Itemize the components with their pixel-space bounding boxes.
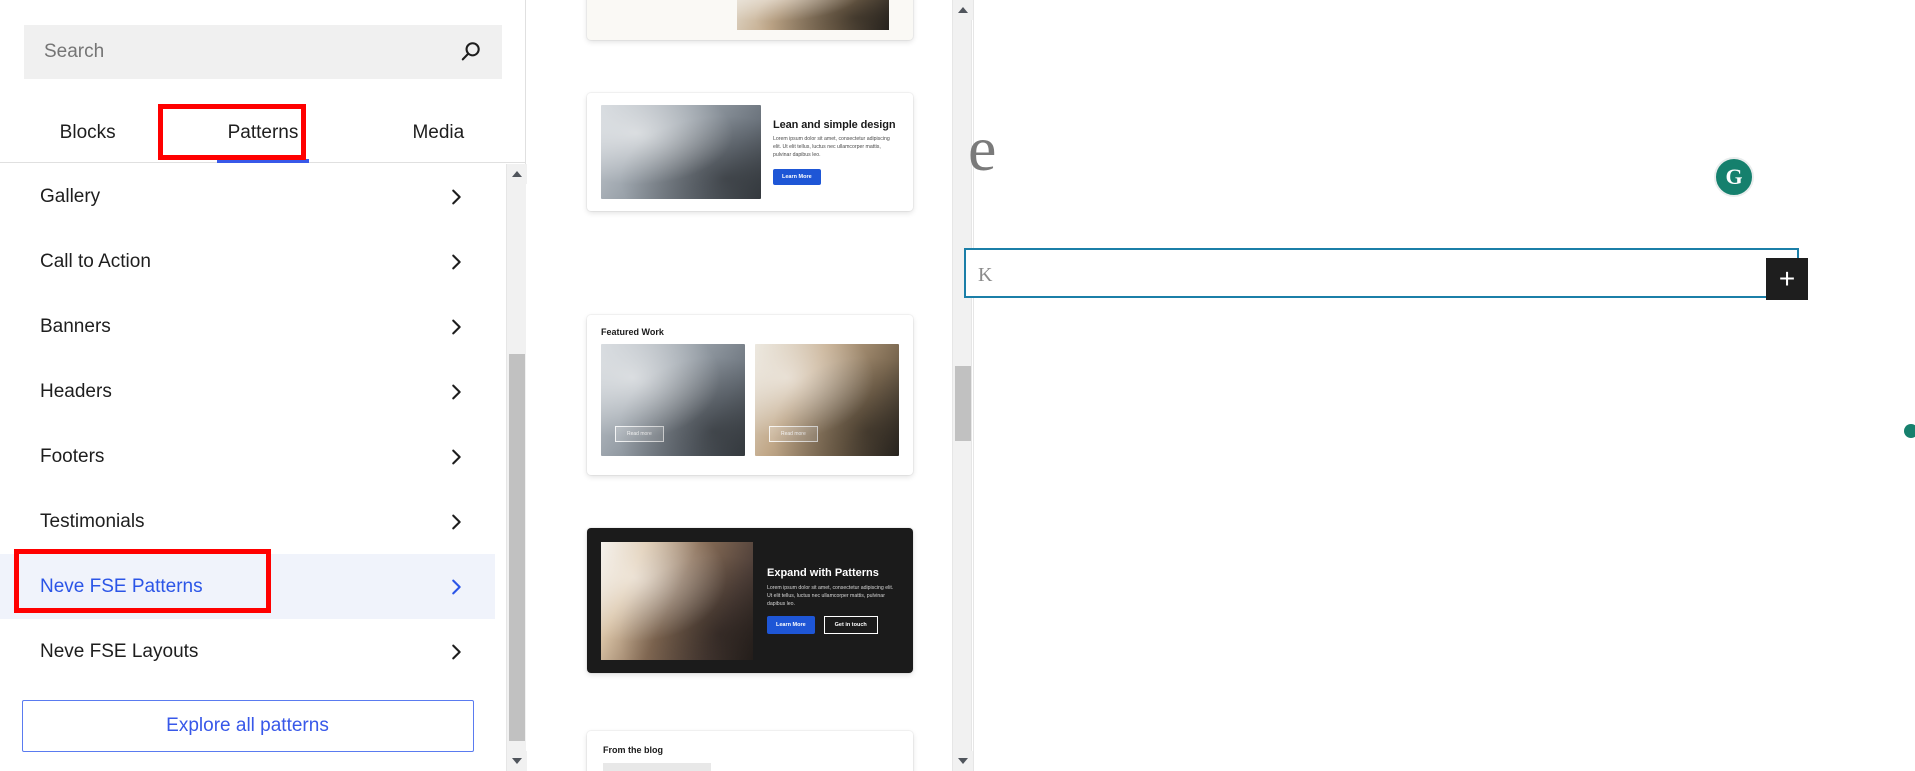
- explore-all-patterns-wrapper: Explore all patterns: [0, 700, 495, 752]
- search-field-wrapper[interactable]: [24, 25, 502, 79]
- category-label: Call to Action: [40, 250, 151, 272]
- app-root: Blocks Patterns Media Gallery Call to Ac…: [0, 0, 1915, 771]
- category-item-gallery[interactable]: Gallery: [0, 164, 495, 229]
- status-dot: [1904, 424, 1915, 438]
- pattern-get-in-touch-button[interactable]: Get in touch: [823, 616, 878, 635]
- editor-canvas[interactable]: e G K +: [964, 0, 1915, 771]
- pattern-read-more-button-left[interactable]: Read more: [615, 426, 664, 442]
- category-label: Testimonials: [40, 510, 145, 532]
- inserter-scrollbar[interactable]: [506, 164, 527, 771]
- category-item-footers[interactable]: Footers: [0, 424, 495, 489]
- chevron-right-icon: [445, 186, 467, 208]
- block-text-fragment: K: [978, 264, 993, 286]
- pattern-image-placeholder: Read more: [755, 344, 899, 456]
- chevron-right-icon: [445, 316, 467, 338]
- pattern-preview-card-featured-work[interactable]: Featured Work Read more Read more: [587, 315, 913, 475]
- category-label: Gallery: [40, 185, 101, 207]
- scroll-down-arrow-icon[interactable]: [953, 751, 973, 771]
- chevron-right-icon: [445, 641, 467, 663]
- category-label: Neve FSE Layouts: [40, 640, 199, 662]
- tab-media[interactable]: Media: [351, 103, 526, 162]
- pattern-preview-card-partial-top[interactable]: [587, 0, 913, 40]
- inserter-tabs: Blocks Patterns Media: [0, 103, 526, 163]
- chevron-right-icon: [445, 576, 467, 598]
- pattern-learn-more-button[interactable]: Learn More: [767, 616, 815, 635]
- scroll-down-arrow-icon[interactable]: [507, 751, 527, 771]
- tab-patterns[interactable]: Patterns: [175, 103, 350, 162]
- pattern-read-more-button-right[interactable]: Read more: [769, 426, 818, 442]
- pattern-body-text: Lorem ipsum dolor sit amet, consectetur …: [773, 135, 890, 159]
- pattern-heading: From the blog: [603, 745, 663, 755]
- search-input[interactable]: [42, 40, 458, 64]
- category-item-neve-fse-patterns[interactable]: Neve FSE Patterns: [0, 554, 495, 619]
- add-block-button[interactable]: +: [1766, 258, 1808, 300]
- category-item-call-to-action[interactable]: Call to Action: [0, 229, 495, 294]
- pattern-heading: Featured Work: [601, 327, 664, 337]
- pattern-image-placeholder: Read more: [601, 344, 745, 456]
- pattern-image-placeholder: [737, 0, 889, 30]
- pattern-preview-card-expand-with-patterns[interactable]: Expand with Patterns Lorem ipsum dolor s…: [587, 528, 913, 673]
- pattern-heading: Expand with Patterns: [767, 566, 879, 579]
- pattern-text-placeholder: [603, 763, 711, 771]
- category-item-neve-fse-layouts[interactable]: Neve FSE Layouts: [0, 619, 495, 684]
- category-item-banners[interactable]: Banners: [0, 294, 495, 359]
- pattern-learn-more-button[interactable]: Learn More: [773, 169, 821, 186]
- pattern-image-placeholder: [601, 105, 761, 199]
- explore-all-patterns-button[interactable]: Explore all patterns: [21, 700, 474, 752]
- grammarly-icon[interactable]: G: [1714, 157, 1754, 197]
- post-title-text[interactable]: e: [968, 112, 995, 186]
- chevron-right-icon: [445, 251, 467, 273]
- category-label: Banners: [40, 315, 111, 337]
- pattern-category-list: Gallery Call to Action Banners Headers F…: [0, 164, 495, 694]
- tab-blocks[interactable]: Blocks: [0, 103, 175, 162]
- block-inserter-panel: Blocks Patterns Media Gallery Call to Ac…: [0, 0, 526, 771]
- chevron-right-icon: [445, 381, 467, 403]
- scrollbar-thumb[interactable]: [509, 354, 525, 741]
- category-item-testimonials[interactable]: Testimonials: [0, 489, 495, 554]
- pattern-preview-card-from-the-blog[interactable]: From the blog: [587, 731, 913, 771]
- pattern-image-placeholder: [601, 541, 753, 660]
- category-label: Neve FSE Patterns: [40, 575, 203, 597]
- category-label: Footers: [40, 445, 105, 467]
- pattern-body-text: Lorem ipsum dolor sit amet, consectetur …: [767, 584, 894, 608]
- category-item-headers[interactable]: Headers: [0, 359, 495, 424]
- chevron-right-icon: [445, 511, 467, 533]
- pattern-preview-list: Lean and simple design Lorem ipsum dolor…: [527, 0, 952, 771]
- scroll-up-arrow-icon[interactable]: [953, 0, 973, 20]
- chevron-right-icon: [445, 446, 467, 468]
- pattern-preview-card-lean-and-simple-design[interactable]: Lean and simple design Lorem ipsum dolor…: [587, 93, 913, 211]
- selected-block[interactable]: K: [964, 248, 1799, 298]
- scrollbar-thumb[interactable]: [955, 366, 971, 441]
- pattern-heading: Lean and simple design: [773, 118, 896, 131]
- category-label: Headers: [40, 380, 112, 402]
- scroll-up-arrow-icon[interactable]: [507, 164, 527, 184]
- search-icon: [458, 39, 484, 65]
